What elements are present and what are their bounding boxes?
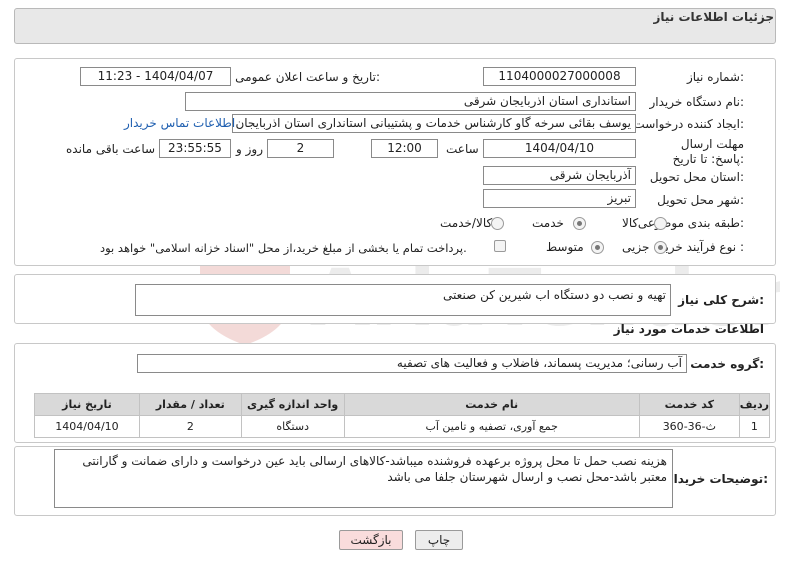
need-number-field: 1104000027000008 — [483, 67, 636, 86]
cell-unit: دستگاه — [240, 415, 345, 438]
category-option-goods: کالا — [622, 216, 639, 230]
category-option-goods-service: کالا/خدمت — [440, 216, 493, 230]
print-button[interactable]: چاپ — [415, 530, 463, 550]
category-option-service: خدمت — [532, 216, 564, 230]
cell-code: ث-36-360 — [638, 415, 740, 438]
days-field: 2 — [267, 139, 334, 158]
remaining-time-field: 23:55:55 — [159, 139, 231, 158]
services-section-title: اطلاعات خدمات مورد نیاز — [613, 322, 764, 336]
cell-row: 1 — [738, 415, 771, 438]
payment-checkbox[interactable] — [494, 240, 506, 252]
process-radio-minor[interactable] — [654, 241, 667, 254]
city-field: تبریز — [483, 189, 636, 208]
province-label: استان محل تحویل: — [649, 170, 744, 184]
deadline-label: مهلت ارسال پاسخ: تا تاریخ: — [672, 137, 744, 166]
buyer-notes-field: هزینه نصب حمل تا محل پروژه برعهده فروشند… — [54, 449, 673, 508]
announce-datetime-field: 1404/04/07 - 11:23 — [80, 67, 231, 86]
requester-label: ایجاد کننده درخواست: — [633, 117, 744, 131]
process-option-minor: جزیی — [622, 240, 650, 254]
deadline-time-label: ساعت — [446, 142, 479, 156]
col-date: تاریخ نیاز — [34, 393, 140, 416]
city-label: شهر محل تحویل: — [657, 193, 744, 207]
process-label: نوع فرآیند خرید : — [659, 240, 744, 254]
col-row: ردیف — [738, 393, 771, 416]
buyer-contact-link[interactable]: اطلاعات تماس خریدار — [124, 116, 235, 130]
category-radio-service[interactable] — [573, 217, 586, 230]
col-name: نام خدمت — [343, 393, 640, 416]
summary-field: تهیه و نصب دو دستگاه اب شیرین کن صنعتی — [135, 284, 671, 316]
need-number-label: شماره نیاز: — [686, 70, 744, 84]
remaining-time-label: ساعت باقی مانده — [66, 142, 156, 156]
deadline-time-field: 12:00 — [371, 139, 438, 158]
cell-name: جمع آوری، تصفیه و تامین آب — [343, 415, 640, 438]
page-title: جزئیات اطلاعات نیاز — [653, 10, 774, 24]
buyer-notes-label: توضیحات خریدار: — [666, 472, 768, 486]
payment-note: پرداخت تمام یا بخشی از مبلغ خرید،از محل … — [100, 241, 467, 255]
process-radio-medium[interactable] — [591, 241, 604, 254]
service-group-field: آب رسانی؛ مدیریت پسماند، فاضلاب و فعالیت… — [137, 354, 687, 373]
requester-field: یوسف بقائی سرخه گاو کارشناس خدمات و پشتی… — [232, 114, 636, 133]
back-button[interactable]: بازگشت — [339, 530, 403, 550]
col-code: کد خدمت — [638, 393, 740, 416]
summary-label: شرح کلی نیاز: — [678, 293, 764, 307]
category-radio-goods-service[interactable] — [491, 217, 504, 230]
deadline-date-field: 1404/04/10 — [483, 139, 636, 158]
process-option-medium: متوسط — [546, 240, 584, 254]
services-table: ردیف کد خدمت نام خدمت واحد اندازه گیری ت… — [34, 393, 771, 438]
service-group-label: گروه خدمت: — [690, 357, 764, 371]
buyer-org-label: نام دستگاه خریدار: — [649, 95, 745, 109]
category-radio-goods[interactable] — [654, 217, 667, 230]
table-row: 1 ث-36-360 جمع آوری، تصفیه و تامین آب دس… — [34, 415, 771, 438]
province-field: آذربایجان شرقی — [483, 166, 636, 185]
cell-qty: 2 — [138, 415, 242, 438]
services-table-header: ردیف کد خدمت نام خدمت واحد اندازه گیری ت… — [34, 393, 771, 416]
col-qty: تعداد / مقدار — [138, 393, 242, 416]
col-unit: واحد اندازه گیری — [240, 393, 345, 416]
cell-date: 1404/04/10 — [34, 415, 140, 438]
days-label: روز و — [236, 142, 263, 156]
buyer-org-field: استانداری استان اذربایجان شرقی — [185, 92, 636, 111]
announce-datetime-label: تاریخ و ساعت اعلان عمومی: — [235, 70, 380, 84]
